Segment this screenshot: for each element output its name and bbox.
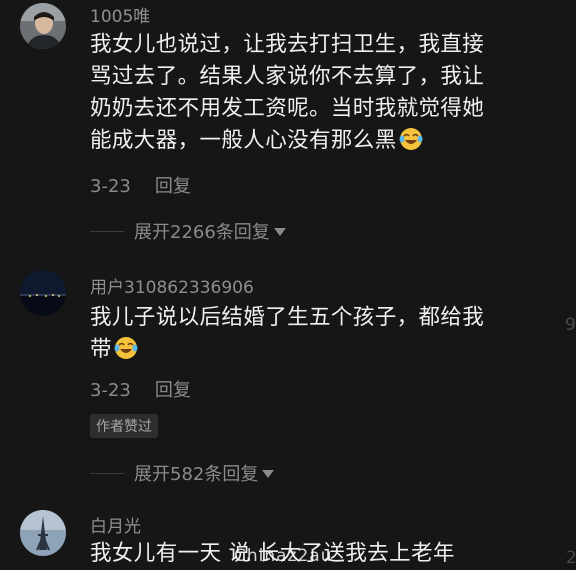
laughing-tears-emoji-icon: [399, 128, 423, 150]
comment-username[interactable]: 1005唯: [90, 2, 150, 27]
comment-text: 我儿子说以后结婚了生五个孩子，都给我 带: [90, 302, 484, 366]
reply-button[interactable]: 回复: [155, 176, 191, 197]
comment-date: 3-23: [90, 176, 131, 197]
night-city-avatar-icon: [20, 270, 66, 316]
comment-text-segment: 带: [90, 337, 112, 362]
expand-replies-label: 展开582条回复: [134, 464, 259, 485]
comment-username[interactable]: 白月光: [90, 512, 141, 537]
divider-line: [90, 230, 124, 232]
laughing-tears-emoji-icon: [114, 337, 138, 359]
edge-like-count: 2: [566, 548, 576, 568]
user-avatar-1005[interactable]: [20, 3, 66, 49]
watermark: Chinaz2au: [234, 546, 333, 566]
comment-date: 3-23: [90, 380, 131, 401]
comment-text-line: 我儿子说以后结婚了生五个孩子，都给我: [90, 305, 485, 330]
comment-text-line: 骂过去了。结果人家说你不去算了，我让: [90, 64, 485, 89]
comment-text-line: 带: [90, 334, 484, 366]
user-avatar-310862336906[interactable]: [20, 270, 66, 316]
comment-text-segment: 能成大器，一般人心没有那么黑: [90, 128, 397, 153]
comment-meta: 3-23 回复: [90, 376, 191, 402]
author-liked-badge: 作者赞过: [90, 414, 158, 438]
comment-text-line: 能成大器，一般人心没有那么黑: [90, 125, 484, 157]
user-portrait-avatar-icon: [20, 3, 66, 49]
divider-line: [90, 472, 124, 474]
comment-text-line: 奶奶去还不用发工资呢。当时我就觉得她: [90, 96, 485, 121]
expand-replies-button[interactable]: 展开582条回复: [90, 460, 275, 486]
reply-button[interactable]: 回复: [155, 380, 191, 401]
expand-replies-button[interactable]: 展开2266条回复: [90, 218, 286, 244]
comment-text-line: 我女儿也说过，让我去打扫卫生，我直接: [90, 32, 485, 57]
user-avatar-baiyueguang[interactable]: [20, 510, 66, 556]
comment-username[interactable]: 用户310862336906: [90, 273, 254, 298]
edge-like-count: 9: [565, 315, 576, 335]
caret-down-icon: [262, 470, 275, 478]
expand-replies-label: 展开2266条回复: [134, 222, 270, 243]
comment-meta: 3-23 回复: [90, 172, 191, 198]
eiffel-tower-avatar-icon: [20, 510, 66, 556]
caret-down-icon: [273, 228, 286, 236]
comment-text: 我女儿也说过，让我去打扫卫生，我直接 骂过去了。结果人家说你不去算了，我让 奶奶…: [90, 29, 484, 157]
